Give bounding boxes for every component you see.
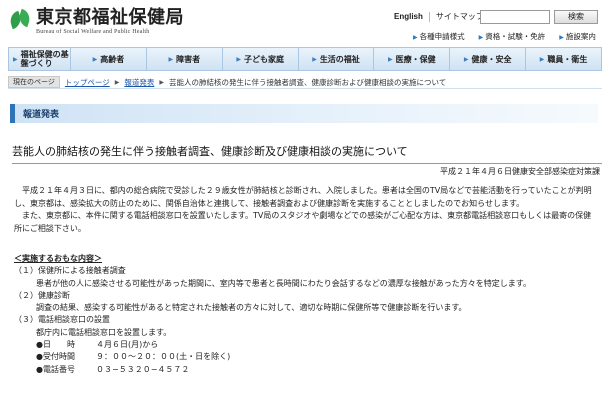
site-title: 東京都福祉保健局 xyxy=(36,7,184,28)
chevron-right-icon: ▶ xyxy=(159,78,164,86)
arrow-icon: ▶ xyxy=(92,55,98,63)
arrow-icon: ▶ xyxy=(478,34,484,41)
arrow-icon: ▶ xyxy=(312,55,317,63)
search-input[interactable] xyxy=(480,10,550,24)
breadcrumb-parent-link[interactable]: 報道発表 xyxy=(124,77,154,88)
breadcrumb-current: 芸能人の肺結核の発生に伴う接触者調査、健康診断および健康相談の実施について xyxy=(168,77,447,87)
section-heading: 報道発表 xyxy=(10,104,598,123)
sub-link-licenses[interactable]: ▶ 資格・試験・免許 xyxy=(479,31,546,42)
arrow-icon: ▶ xyxy=(559,34,564,41)
tokyo-logo-icon xyxy=(7,8,33,32)
global-nav: ▶ 福祉保健の基盤づくり ▶ 高齢者 ▶ 障害者 ▶ 子ども家庭 ▶ 生活の福祉 ▶ 医療・… xyxy=(8,47,602,71)
site-logo[interactable]: 東京都福祉保健局 Bureau of Social Welfare and Pu… xyxy=(7,7,184,35)
item-3-title: （３）電話相談窓口の設置 xyxy=(14,315,110,325)
content-list: ＜実施するおもな内容＞ （１）保健所による接触者調査 患者が他の人に感染させる可… xyxy=(14,253,594,376)
page-title: 芸能人の肺結核の発生に伴う接触者調査、健康診断及び健康相談の実施について xyxy=(12,143,602,164)
breadcrumb-label: 現在のページ xyxy=(8,76,60,88)
nav-item-elderly[interactable]: ▶ 高齢者 xyxy=(71,48,147,70)
site-header: 東京都福祉保健局 Bureau of Social Welfare and Pu… xyxy=(0,0,610,44)
utility-links: English サイトマップ xyxy=(388,12,490,22)
nav-item-children[interactable]: ▶ 子ども家庭 xyxy=(223,48,299,70)
search-button[interactable]: 検索 xyxy=(554,10,598,24)
arrow-icon: ▶ xyxy=(13,55,18,63)
arrow-icon: ▶ xyxy=(463,55,469,63)
arrow-icon: ▶ xyxy=(413,34,418,41)
detail-row: ●日 時 ４月６日(月)から xyxy=(36,340,159,350)
nav-item-disabled[interactable]: ▶ 障害者 xyxy=(147,48,223,70)
detail-row: ●電話番号 ０３−５３２０−４５７２ xyxy=(36,364,190,374)
paragraph-1: 平成２１年４月３日に、都内の総合病院で受診した２９歳女性が肺結核と診断され、入院… xyxy=(14,186,592,208)
paragraph-2: また、東京都に、本件に関する電話相談窓口を設置いたします。TV局のスタジオや劇場… xyxy=(14,211,592,233)
nav-item-health[interactable]: ▶ 健康・安全 xyxy=(450,48,527,70)
sub-link-forms[interactable]: ▶ 各種申請様式 xyxy=(413,31,465,42)
item-2-title: （２）健康診断 xyxy=(14,290,70,300)
nav-item-foundation[interactable]: ▶ 福祉保健の基盤づくり xyxy=(9,48,71,70)
publish-date: 平成２１年４月６日健康安全部感染症対策課 xyxy=(440,167,600,176)
arrow-icon: ▶ xyxy=(236,55,241,63)
item-3-body: 都庁内に電話相談窓口を設置します。 xyxy=(36,327,172,337)
sub-link-facilities[interactable]: ▶ 施設案内 xyxy=(559,31,596,42)
breadcrumb-home-link[interactable]: トップページ xyxy=(65,77,110,88)
nav-item-medical[interactable]: ▶ 医療・保健 xyxy=(374,48,451,70)
site-subtitle: Bureau of Social Welfare and Public Heal… xyxy=(36,29,150,35)
item-1-title: （１）保健所による接触者調査 xyxy=(14,266,126,276)
item-2-body: 調査の結果、感染する可能性があると特定された接触者の方々に対して、適切な時期に保… xyxy=(36,303,467,313)
detail-row: ●受付時間 ９：００〜２０：００(土・日を除く) xyxy=(36,352,231,362)
english-link[interactable]: English xyxy=(388,12,430,22)
items-heading: ＜実施するおもな内容＞ xyxy=(14,254,102,263)
article-body: 平成２１年４月３日に、都内の総合病院で受診した２９歳女性が肺結核と診断され、入院… xyxy=(14,185,598,235)
item-1-body: 患者が他の人に感染させる可能性があった期間に、室内等で患者と長時間にわたり会話す… xyxy=(36,278,531,288)
nav-item-welfare[interactable]: ▶ 生活の福祉 xyxy=(299,48,375,70)
chevron-right-icon: ▶ xyxy=(114,78,120,86)
arrow-icon: ▶ xyxy=(168,55,174,63)
sub-links: ▶ 各種申請様式 ▶ 資格・試験・免許 ▶ 施設案内 xyxy=(413,31,610,42)
arrow-icon: ▶ xyxy=(388,55,393,63)
nav-item-hygiene[interactable]: ▶ 職員・衛生 xyxy=(526,48,601,70)
breadcrumb: 現在のページ トップページ ▶ 報道発表 ▶ 芸能人の肺結核の発生に伴う接触者調… xyxy=(8,76,602,89)
arrow-icon: ▶ xyxy=(539,55,545,63)
